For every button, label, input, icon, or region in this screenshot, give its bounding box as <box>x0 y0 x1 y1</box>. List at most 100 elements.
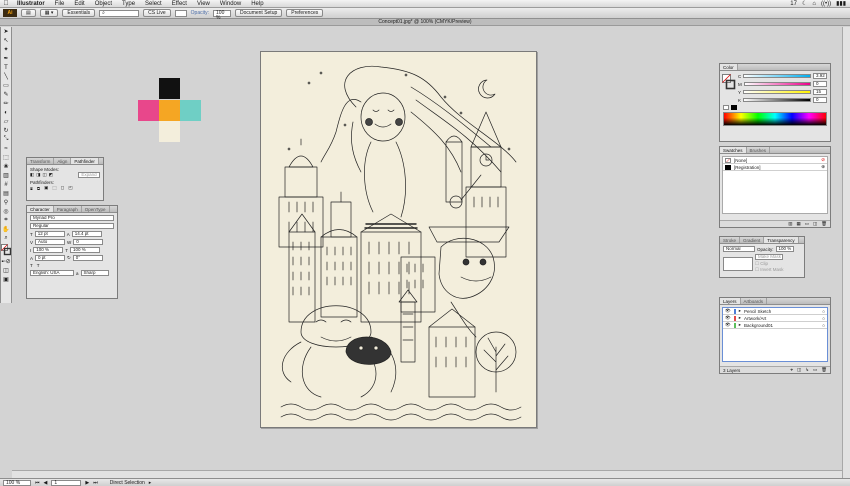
tab-align[interactable]: Align <box>54 158 72 164</box>
status-text[interactable]: Direct Selection <box>110 480 145 486</box>
teal-swatch-shape[interactable] <box>180 100 201 121</box>
target-icon[interactable]: ○ <box>822 316 825 321</box>
vertical-scale-field[interactable]: 100 % <box>33 247 64 253</box>
drawing-modes-icon[interactable]: ◫ <box>1 266 11 275</box>
tab-transparency[interactable]: Transparency <box>764 237 799 243</box>
magenta-slider[interactable] <box>743 82 811 86</box>
leading-field[interactable]: 14.4 pt <box>71 231 102 237</box>
free-transform-tool-icon[interactable]: ⬚ <box>1 153 11 162</box>
eraser-tool-icon[interactable]: ▱ <box>1 117 11 126</box>
calendar-icon[interactable]: 17 <box>790 1 797 7</box>
expand-triangle-icon[interactable]: ▸ <box>739 308 741 314</box>
cyan-slider[interactable] <box>743 74 811 78</box>
yellow-value[interactable]: 15 <box>813 89 827 95</box>
unite-icon[interactable]: ◧ <box>30 172 34 178</box>
layer-row[interactable]: 👁 ▸ Pencil Sketch ○ <box>723 308 827 315</box>
layer-name[interactable]: Artwork/Art <box>744 316 766 321</box>
eyedropper-tool-icon[interactable]: ⚲ <box>1 198 11 207</box>
orange-swatch-shape[interactable] <box>159 100 180 121</box>
minus-back-icon[interactable]: ◰ <box>68 185 72 191</box>
cyan-value[interactable]: 3.92 <box>813 73 827 79</box>
mesh-tool-icon[interactable]: # <box>1 180 11 189</box>
crop-icon[interactable]: ⬚ <box>52 185 56 191</box>
artboard[interactable] <box>260 51 537 428</box>
outline-icon[interactable]: ◻ <box>61 185 65 191</box>
kerning-field[interactable]: Auto <box>35 239 66 245</box>
fill-stroke-icon[interactable] <box>1 243 11 257</box>
document-tab[interactable]: Concept01.jpg* @ 100% (CMYK/Preview) <box>0 19 850 26</box>
horizontal-scrollbar[interactable] <box>12 470 842 478</box>
font-style-select[interactable]: Regular <box>30 223 114 229</box>
fill-stroke-icon[interactable] <box>722 74 736 90</box>
font-size-field[interactable]: 12 pt <box>34 231 65 237</box>
slice-tool-icon[interactable]: ⌗ <box>1 216 11 225</box>
fill-swatch[interactable] <box>174 9 187 17</box>
opacity-field[interactable]: 100 % <box>213 9 232 20</box>
new-swatch-icon[interactable]: ◫ <box>813 221 817 227</box>
minus-front-icon[interactable]: ◨ <box>36 172 40 178</box>
opacity-field[interactable]: 100 % <box>775 246 794 252</box>
zoom-tool-icon[interactable]: ⌕ <box>1 234 11 243</box>
new-layer-icon[interactable]: ▭ <box>813 367 817 373</box>
selection-tool-icon[interactable]: ➤ <box>1 27 11 36</box>
menu-type[interactable]: Type <box>117 1 140 7</box>
type-tool-icon[interactable]: T <box>1 63 11 72</box>
document-setup-button[interactable]: Document Setup <box>235 9 283 17</box>
yellow-slider[interactable] <box>743 90 811 94</box>
expand-button[interactable]: Expand <box>78 172 100 178</box>
wifi-icon[interactable]: ((•)) <box>821 1 831 7</box>
rotate-tool-icon[interactable]: ↻ <box>1 126 11 135</box>
blend-mode-select[interactable]: Normal <box>723 246 755 252</box>
hand-tool-icon[interactable]: ✋ <box>1 225 11 234</box>
trim-icon[interactable]: ⧉ <box>37 186 40 191</box>
black-slider[interactable] <box>743 98 811 102</box>
tab-gradient[interactable]: Gradient <box>740 237 765 243</box>
layer-name[interactable]: Pencil Sketch <box>744 309 771 314</box>
scale-tool-icon[interactable]: ⤡ <box>1 135 11 144</box>
apple-icon[interactable]:  <box>0 0 12 7</box>
tab-character[interactable]: Character <box>27 206 54 212</box>
workspace-switcher[interactable]: Essentials <box>62 9 96 17</box>
preferences-button[interactable]: Preferences <box>286 9 324 17</box>
target-icon[interactable]: ○ <box>822 309 825 314</box>
graph-tool-icon[interactable]: ▥ <box>1 171 11 180</box>
cream-swatch-shape[interactable] <box>159 121 180 142</box>
menu-view[interactable]: View <box>192 1 215 7</box>
tab-stroke[interactable]: Stroke <box>720 237 741 243</box>
blend-tool-icon[interactable]: ◎ <box>1 207 11 216</box>
rotation-field[interactable]: 0° <box>72 255 103 261</box>
menu-file[interactable]: File <box>50 1 70 7</box>
underline-icon[interactable]: T <box>30 263 33 268</box>
pink-swatch-shape[interactable] <box>138 100 159 121</box>
prev-artboard-icon[interactable]: ◀ <box>44 480 48 486</box>
menu-select[interactable]: Select <box>140 1 167 7</box>
direct-selection-tool-icon[interactable]: ↖ <box>1 36 11 45</box>
swatch-kinds-icon[interactable]: ▦ <box>796 221 800 227</box>
menu-effect[interactable]: Effect <box>167 1 192 7</box>
tab-opentype[interactable]: OpenType <box>82 206 110 212</box>
target-icon[interactable]: ○ <box>822 323 825 328</box>
menu-app[interactable]: Illustrator <box>12 1 50 7</box>
tracking-field[interactable]: 0 <box>73 239 104 245</box>
locate-object-icon[interactable]: ⌖ <box>790 367 793 373</box>
last-artboard-icon[interactable]: ⏭ <box>93 480 98 486</box>
divide-icon[interactable]: ⧈ <box>30 186 33 191</box>
horizontal-scale-field[interactable]: 100 % <box>70 247 101 253</box>
layer-name[interactable]: Background01 <box>744 323 773 328</box>
home-icon[interactable]: ⌂ <box>812 1 816 7</box>
zoom-field[interactable]: 100 % <box>3 479 31 486</box>
visibility-eye-icon[interactable]: 👁 <box>725 315 731 321</box>
tab-layers[interactable]: Layers <box>720 298 741 304</box>
tab-color[interactable]: Color <box>720 64 738 70</box>
magic-wand-tool-icon[interactable]: ✦ <box>1 45 11 54</box>
menu-edit[interactable]: Edit <box>69 1 89 7</box>
swatch-registration[interactable]: [Registration] ⊕ <box>723 164 827 171</box>
menu-object[interactable]: Object <box>90 1 117 7</box>
intersect-icon[interactable]: ◫ <box>43 172 47 178</box>
artboard-number-field[interactable]: 1 <box>51 479 82 486</box>
tab-brushes[interactable]: Brushes <box>747 147 771 153</box>
screen-mode-icon[interactable]: ▣ <box>1 275 11 284</box>
magenta-value[interactable]: 0 <box>813 81 827 87</box>
new-sublayer-icon[interactable]: ↳ <box>805 367 809 373</box>
cslive-button[interactable]: CS Live <box>143 9 171 17</box>
